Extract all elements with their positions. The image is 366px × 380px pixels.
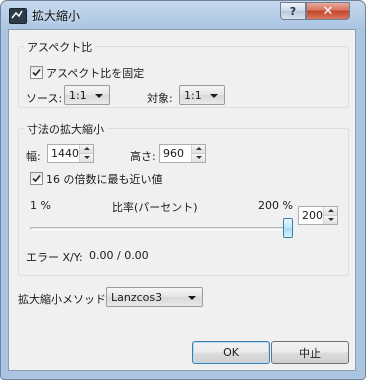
source-label: ソース: (26, 92, 63, 105)
cancel-button[interactable]: 中止 (271, 341, 349, 364)
ratio-spinbox[interactable]: 200 (298, 206, 338, 225)
height-value: 960 (163, 147, 184, 160)
dimension-scale-group-title: 寸法の拡大縮小 (24, 121, 107, 137)
height-spinbox[interactable]: 960 (159, 144, 206, 163)
width-label: 幅: (26, 150, 41, 163)
title-bar[interactable]: 拡大縮小 ? ✕ (1, 1, 365, 29)
ratio-slider-thumb[interactable] (283, 218, 293, 238)
spin-up-icon[interactable] (80, 145, 93, 154)
target-ratio-select[interactable]: 1:1 (179, 85, 225, 105)
close-button[interactable]: ✕ (306, 2, 350, 20)
source-ratio-select[interactable]: 1:1 (64, 85, 110, 105)
spin-down-icon[interactable] (192, 154, 205, 162)
width-value: 1440 (51, 147, 79, 160)
target-label: 対象: (147, 92, 173, 105)
scale-method-select[interactable]: Lanzcos3 (106, 287, 203, 307)
scale-dialog-window: 拡大縮小 ? ✕ アスペクト比 アスペクト比を固定 ソース: 1:1 対象: 1… (0, 0, 366, 380)
fix-aspect-label[interactable]: アスペクト比を固定 (46, 65, 144, 81)
help-button[interactable]: ? (280, 2, 306, 20)
checkmark-icon (32, 68, 41, 77)
height-spinner-buttons[interactable] (191, 145, 205, 162)
dialog-client-area: アスペクト比 アスペクト比を固定 ソース: 1:1 対象: 1:1 寸法の拡大縮… (8, 29, 356, 371)
multiple-of-16-checkbox[interactable] (30, 172, 43, 185)
source-ratio-value: 1:1 (69, 89, 87, 102)
ratio-spinner-buttons[interactable] (323, 207, 337, 224)
checkmark-icon (32, 174, 41, 183)
scale-method-label: 拡大縮小メソッド: (18, 293, 110, 306)
error-value: 0.00 / 0.00 (89, 249, 149, 262)
window-title: 拡大縮小 (32, 9, 81, 23)
slider-title: 比率(パーセント) (112, 201, 198, 214)
height-label: 高さ: (130, 150, 156, 163)
fix-aspect-checkbox[interactable] (30, 66, 43, 79)
ok-button[interactable]: OK (192, 341, 270, 364)
scale-method-value: Lanzcos3 (111, 291, 163, 304)
cancel-button-label: 中止 (299, 346, 321, 360)
close-icon: ✕ (322, 3, 334, 19)
help-icon: ? (289, 4, 297, 18)
target-ratio-value: 1:1 (184, 89, 202, 102)
spin-down-icon[interactable] (80, 154, 93, 162)
width-spinbox[interactable]: 1440 (47, 144, 94, 163)
width-spinner-buttons[interactable] (79, 145, 93, 162)
chevron-down-icon (95, 94, 103, 98)
aspect-ratio-group-title: アスペクト比 (24, 39, 96, 55)
error-label: エラー X/Y: (26, 251, 83, 264)
chevron-down-icon (210, 94, 218, 98)
chevron-down-icon (188, 296, 196, 300)
slider-max-label: 200 % (258, 199, 293, 212)
ratio-slider-track[interactable] (30, 227, 293, 230)
spin-up-icon[interactable] (192, 145, 205, 154)
ok-button-label: OK (223, 346, 239, 359)
spin-up-icon[interactable] (324, 207, 337, 216)
spin-down-icon[interactable] (324, 216, 337, 224)
app-icon (9, 8, 27, 24)
multiple-of-16-label[interactable]: 16 の倍数に最も近い値 (46, 171, 163, 187)
slider-min-label: 1 % (30, 199, 51, 212)
ratio-value: 200 (302, 209, 323, 222)
